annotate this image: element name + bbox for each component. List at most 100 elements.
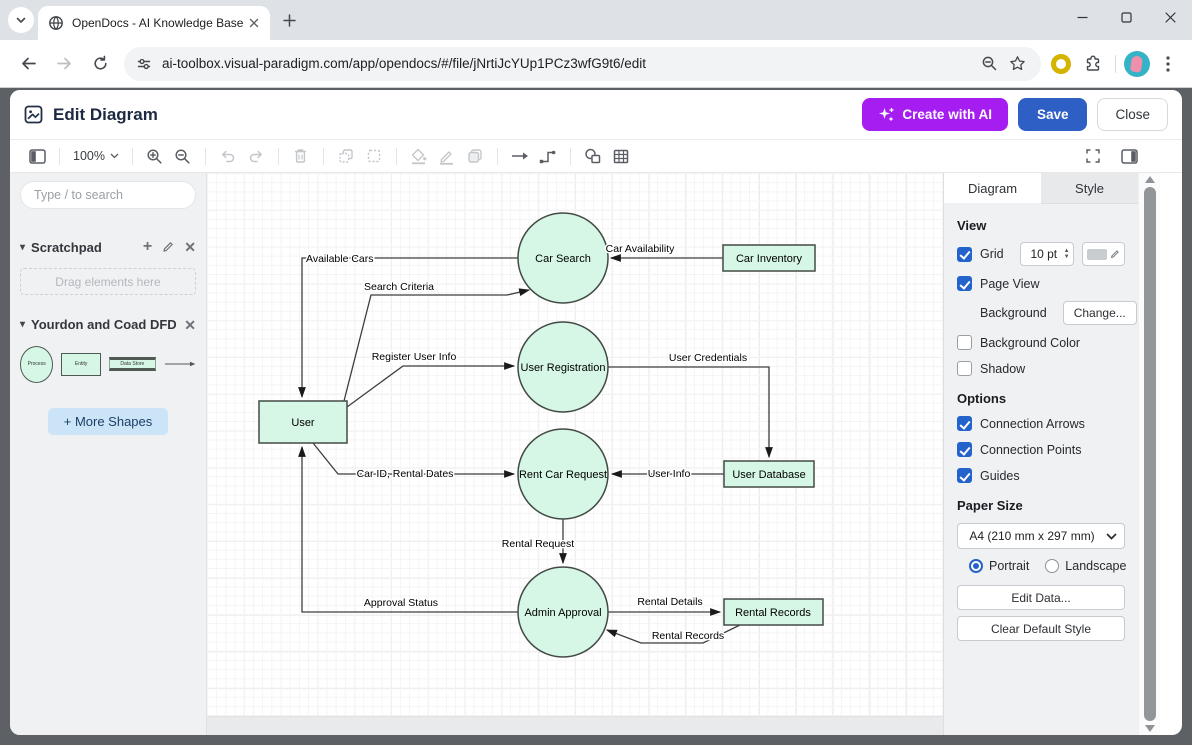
datastore-shape[interactable]: Data Store <box>109 357 156 371</box>
fill-color-icon[interactable] <box>406 144 432 168</box>
guides-checkbox[interactable] <box>957 468 972 483</box>
delete-icon[interactable] <box>288 144 314 168</box>
new-tab-button[interactable] <box>276 7 302 33</box>
label-rent-car-request: Rent Car Request <box>519 469 607 481</box>
grid-color-button[interactable] <box>1082 242 1125 266</box>
window-close-icon[interactable] <box>1148 0 1192 34</box>
shadow-checkbox[interactable] <box>957 361 972 376</box>
arrow-tool-icon[interactable] <box>507 144 533 168</box>
browser-tab[interactable]: OpenDocs - AI Knowledge Base <box>38 6 270 40</box>
process-shape[interactable]: Process <box>20 346 53 383</box>
reload-icon[interactable] <box>85 49 115 79</box>
collapse-triangle-icon[interactable]: ▾ <box>20 242 25 253</box>
avatar[interactable] <box>1124 51 1150 77</box>
options-heading: Options <box>957 391 1125 406</box>
arrow-shape[interactable] <box>164 360 196 368</box>
flow-user-credentials[interactable] <box>608 367 769 457</box>
edit-diagram-modal: Edit Diagram Create with AI Save Close 1… <box>10 90 1182 735</box>
shape-sidebar: ▾ Scratchpad + ✕ Drag elements here ▾ Yo… <box>10 173 207 735</box>
panel-toggle-icon[interactable] <box>1116 144 1142 168</box>
background-change-button[interactable]: Change... <box>1063 301 1137 325</box>
grid-checkbox[interactable] <box>957 247 972 262</box>
paper-size-select[interactable]: A4 (210 mm x 297 mm) <box>957 523 1125 549</box>
flow-label-user-info: User Info <box>648 468 691 480</box>
scrollbar-thumb[interactable] <box>1144 187 1156 721</box>
connection-points-checkbox[interactable] <box>957 442 972 457</box>
scratchpad-drop-area[interactable]: Drag elements here <box>20 268 196 295</box>
page-zoom-icon[interactable] <box>975 50 1003 78</box>
create-with-ai-label: Create with AI <box>902 107 992 122</box>
tab-style[interactable]: Style <box>1041 173 1138 204</box>
copy-icon[interactable] <box>333 144 359 168</box>
portrait-radio[interactable] <box>969 559 983 573</box>
entity-shape[interactable]: Entity <box>61 353 101 376</box>
modal-scrollbar[interactable] <box>1138 173 1160 735</box>
url-bar[interactable]: ai-toolbox.visual-paradigm.com/app/opend… <box>124 47 1041 81</box>
minimize-icon[interactable] <box>1060 0 1104 34</box>
background-color-checkbox[interactable] <box>957 335 972 350</box>
tab-diagram[interactable]: Diagram <box>944 173 1041 204</box>
guides-row: Guides <box>957 467 1125 484</box>
maximize-icon[interactable] <box>1104 0 1148 34</box>
tab-search-button[interactable] <box>8 7 34 33</box>
url-text: ai-toolbox.visual-paradigm.com/app/opend… <box>162 56 975 71</box>
flow-search-criteria[interactable] <box>344 290 529 401</box>
tab-close-icon[interactable] <box>246 15 262 31</box>
landscape-radio[interactable] <box>1045 559 1059 573</box>
fullscreen-icon[interactable] <box>1080 144 1106 168</box>
forward-icon[interactable] <box>49 49 79 79</box>
extension-ring-icon[interactable] <box>1047 50 1075 78</box>
portrait-option[interactable]: Portrait <box>969 559 1029 573</box>
scratchpad-add-icon[interactable]: + <box>143 239 152 255</box>
zoom-level-value: 100% <box>73 149 105 163</box>
background-label: Background <box>980 306 1047 320</box>
connection-arrows-checkbox[interactable] <box>957 416 972 431</box>
create-with-ai-button[interactable]: Create with AI <box>862 98 1008 131</box>
save-button[interactable]: Save <box>1018 98 1088 131</box>
scroll-up-icon[interactable] <box>1145 176 1155 183</box>
table-tool-icon[interactable] <box>608 144 634 168</box>
landscape-option[interactable]: Landscape <box>1045 559 1126 573</box>
chevron-down-icon <box>110 153 119 159</box>
grid-size-spinner[interactable]: ▲▼ <box>1060 249 1073 260</box>
zoom-in-icon[interactable] <box>142 144 168 168</box>
flow-available-cars[interactable] <box>302 258 518 397</box>
extensions-puzzle-icon[interactable] <box>1079 50 1107 78</box>
tab-title: OpenDocs - AI Knowledge Base <box>72 16 246 30</box>
collapse-triangle-icon[interactable]: ▾ <box>20 319 25 330</box>
shapes-tool-icon[interactable] <box>580 144 606 168</box>
edit-data-button[interactable]: Edit Data... <box>957 585 1125 610</box>
close-button[interactable]: Close <box>1097 98 1168 131</box>
redo-icon[interactable] <box>243 144 269 168</box>
scratchpad-close-icon[interactable]: ✕ <box>184 240 196 254</box>
sidebar-toggle-icon[interactable] <box>24 144 50 168</box>
menu-kebab-icon[interactable] <box>1154 50 1182 78</box>
flow-label-car-id-rental-dates: Car ID, Rental Dates <box>357 468 454 480</box>
copy-style-icon[interactable] <box>462 144 488 168</box>
site-settings-icon[interactable] <box>136 56 152 72</box>
scratchpad-edit-icon[interactable] <box>162 241 174 253</box>
zoom-level-select[interactable]: 100% <box>69 144 123 168</box>
editor-toolbar: 100% <box>10 140 1182 173</box>
view-heading: View <box>957 218 1125 233</box>
line-color-icon[interactable] <box>434 144 460 168</box>
undo-icon[interactable] <box>215 144 241 168</box>
modal-header: Edit Diagram Create with AI Save Close <box>10 90 1182 140</box>
connector-tool-icon[interactable] <box>535 144 561 168</box>
scroll-down-icon[interactable] <box>1145 725 1155 732</box>
clear-default-style-button[interactable]: Clear Default Style <box>957 616 1125 641</box>
flow-label-available-cars: Available Cars <box>306 253 374 265</box>
diagram-canvas[interactable]: Car Search User Registration Rent Car Re… <box>207 173 943 735</box>
zoom-out-icon[interactable] <box>170 144 196 168</box>
grid-size-input[interactable]: 10 pt ▲▼ <box>1020 242 1075 266</box>
page-view-checkbox[interactable] <box>957 276 972 291</box>
palette-close-icon[interactable]: ✕ <box>184 318 196 332</box>
more-shapes-button[interactable]: + More Shapes <box>48 408 168 435</box>
paste-icon[interactable] <box>361 144 387 168</box>
datastore-shape-label: Data Store <box>120 361 144 367</box>
back-icon[interactable] <box>13 49 43 79</box>
flow-register-user-info[interactable] <box>347 366 514 407</box>
page-view-row: Page View <box>957 275 1125 292</box>
search-input[interactable] <box>20 181 196 209</box>
bookmark-star-icon[interactable] <box>1003 50 1031 78</box>
